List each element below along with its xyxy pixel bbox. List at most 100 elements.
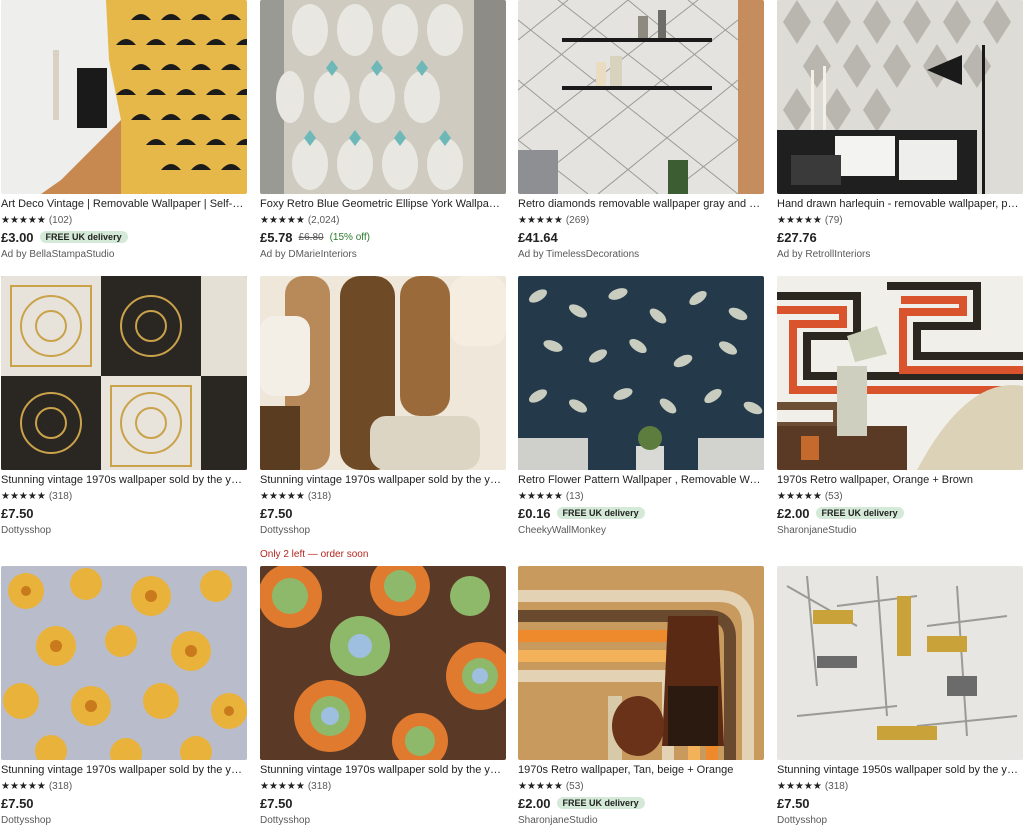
review-count: (102) [48,214,73,226]
listing-title[interactable]: Stunning vintage 1950s wallpaper sold by… [777,764,1021,777]
star-rating-icon: ★★★★★ [260,490,305,502]
free-delivery-badge: FREE UK delivery [39,231,128,243]
product-image[interactable] [518,566,764,760]
shop-name[interactable]: Ad by RetrollInteriors [777,249,1023,260]
product-image[interactable] [260,276,506,470]
price-row: £3.00 FREE UK delivery [1,229,247,245]
shop-name[interactable]: CheekyWallMonkey [518,525,764,536]
shop-name[interactable]: Ad by DMarieInteriors [260,249,506,260]
review-count: (79) [824,214,843,226]
free-delivery-badge: FREE UK delivery [556,507,645,519]
price: £27.76 [777,229,817,245]
price-row: £7.50 [777,795,1023,811]
shop-name[interactable]: Ad by BellaStampaStudio [1,249,247,260]
rating: ★★★★★ (53) [518,780,764,792]
product-image[interactable] [777,566,1023,760]
listing-title[interactable]: 1970s Retro wallpaper, Tan, beige + Oran… [518,764,762,777]
rating: ★★★★★ (318) [260,490,506,502]
listing-card[interactable]: 1970s Retro wallpaper, Orange + Brown ★★… [777,276,1023,536]
listing-card[interactable]: Retro Flower Pattern Wallpaper , Removab… [518,276,764,536]
review-count: (318) [824,780,849,792]
rating: ★★★★★ (102) [1,214,247,226]
rating: ★★★★★ (13) [518,490,764,502]
star-rating-icon: ★★★★★ [260,780,305,792]
listing-card[interactable]: Hand drawn harlequin - removable wallpap… [777,0,1023,260]
star-rating-icon: ★★★★★ [518,214,563,226]
listing-title[interactable]: 1970s Retro wallpaper, Orange + Brown [777,474,1021,487]
listing-card[interactable]: Stunning vintage 1950s wallpaper sold by… [777,566,1023,826]
shop-name[interactable]: Dottysshop [260,525,506,536]
listing-card[interactable]: Stunning vintage 1970s wallpaper sold by… [260,276,506,560]
listing-card[interactable]: Stunning vintage 1970s wallpaper sold by… [1,566,247,826]
review-count: (13) [565,490,584,502]
product-image[interactable] [260,0,506,194]
product-image[interactable] [518,276,764,470]
listing-card[interactable]: Foxy Retro Blue Geometric Ellipse York W… [260,0,506,260]
listing-card[interactable]: 1970s Retro wallpaper, Tan, beige + Oran… [518,566,764,826]
star-rating-icon: ★★★★★ [260,214,305,226]
price: £7.50 [1,795,34,811]
price: £2.00 [777,505,810,521]
rating: ★★★★★ (53) [777,490,1023,502]
product-image[interactable] [1,276,247,470]
review-count: (53) [565,780,584,792]
price-row: £7.50 [1,795,247,811]
listing-card[interactable]: Stunning vintage 1970s wallpaper sold by… [1,276,247,536]
product-image[interactable] [777,0,1023,194]
listing-title[interactable]: Hand drawn harlequin - removable wallpap… [777,198,1021,211]
product-image[interactable] [777,276,1023,470]
listing-card[interactable]: Art Deco Vintage | Removable Wallpaper |… [1,0,247,260]
product-image[interactable] [260,566,506,760]
rating: ★★★★★ (318) [1,490,247,502]
listing-card[interactable]: Stunning vintage 1970s wallpaper sold by… [260,566,506,826]
price: £0.16 [518,505,551,521]
price: £41.64 [518,229,558,245]
price-row: £27.76 [777,229,1023,245]
price: £5.78 [260,229,293,245]
listing-title[interactable]: Retro diamonds removable wallpaper gray … [518,198,762,211]
shop-name[interactable]: SharonjaneStudio [777,525,1023,536]
star-rating-icon: ★★★★★ [1,780,46,792]
star-rating-icon: ★★★★★ [777,490,822,502]
listing-title[interactable]: Retro Flower Pattern Wallpaper , Removab… [518,474,762,487]
listing-title[interactable]: Stunning vintage 1970s wallpaper sold by… [1,474,245,487]
price-row: £5.78 £6.80 (15% off) [260,229,506,245]
rating: ★★★★★ (318) [1,780,247,792]
review-count: (269) [565,214,590,226]
shop-name[interactable]: Dottysshop [260,815,506,826]
shop-name[interactable]: Dottysshop [1,815,247,826]
rating: ★★★★★ (318) [260,780,506,792]
star-rating-icon: ★★★★★ [1,490,46,502]
rating: ★★★★★ (269) [518,214,764,226]
review-count: (318) [307,780,332,792]
low-stock-notice: Only 2 left — order soon [260,549,369,560]
star-rating-icon: ★★★★★ [518,490,563,502]
listing-title[interactable]: Stunning vintage 1970s wallpaper sold by… [1,764,245,777]
product-image[interactable] [1,566,247,760]
shop-name[interactable]: Ad by TimelessDecorations [518,249,764,260]
rating: ★★★★★ (79) [777,214,1023,226]
listing-title[interactable]: Stunning vintage 1970s wallpaper sold by… [260,474,504,487]
listing-title[interactable]: Stunning vintage 1970s wallpaper sold by… [260,764,504,777]
product-image[interactable] [518,0,764,194]
listing-grid: Art Deco Vintage | Removable Wallpaper |… [0,0,1024,831]
price-row: £7.50 [260,795,506,811]
listing-title[interactable]: Foxy Retro Blue Geometric Ellipse York W… [260,198,504,211]
free-delivery-badge: FREE UK delivery [815,507,904,519]
listing-title[interactable]: Art Deco Vintage | Removable Wallpaper |… [1,198,245,211]
free-delivery-badge: FREE UK delivery [556,797,645,809]
star-rating-icon: ★★★★★ [518,780,563,792]
product-image[interactable] [1,0,247,194]
star-rating-icon: ★★★★★ [1,214,46,226]
shop-name[interactable]: Dottysshop [1,525,247,536]
rating: ★★★★★ (2,024) [260,214,506,226]
price: £2.00 [518,795,551,811]
review-count: (318) [307,490,332,502]
price-row: £2.00 FREE UK delivery [777,505,1023,521]
price: £7.50 [1,505,34,521]
shop-name[interactable]: SharonjaneStudio [518,815,764,826]
shop-name[interactable]: Dottysshop [777,815,1023,826]
star-rating-icon: ★★★★★ [777,214,822,226]
listing-card[interactable]: Retro diamonds removable wallpaper gray … [518,0,764,260]
price-row: £0.16 FREE UK delivery [518,505,764,521]
